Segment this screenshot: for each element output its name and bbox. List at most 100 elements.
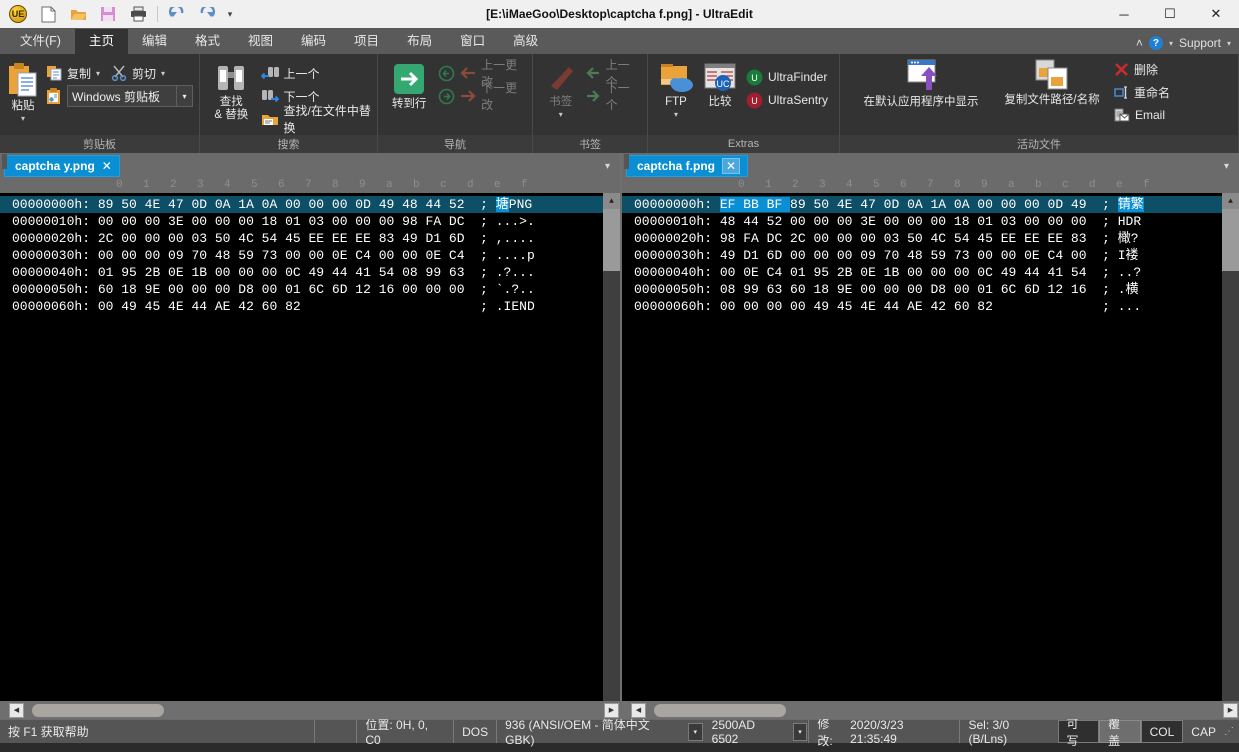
horizontal-scrollbar-left[interactable]: ◀ ▶: [0, 154, 620, 719]
hex-ascii[interactable]: .?...: [496, 265, 535, 280]
hex-ascii[interactable]: `.?..: [496, 282, 535, 297]
new-document-button[interactable]: [34, 2, 62, 26]
hex-ascii[interactable]: HDR: [1118, 214, 1141, 229]
app-logo[interactable]: UE: [4, 2, 32, 26]
hex-ascii[interactable]: .横: [1118, 282, 1139, 297]
hex-bytes[interactable]: 48 44 52 00 00 00 3E 00 00 00 18 01 03 0…: [720, 214, 1087, 229]
ribbon-tab-view[interactable]: 视图: [234, 29, 287, 54]
hex-line[interactable]: 00000060h: 00 49 45 4E 44 AE 42 60 82 ; …: [0, 298, 620, 315]
clipboard-select[interactable]: Windows 剪贴板 ▾: [67, 85, 193, 107]
hex-ascii[interactable]: 橄?: [1118, 231, 1139, 246]
compare-button[interactable]: UC 比较: [698, 60, 742, 109]
redo-button[interactable]: [193, 2, 221, 26]
help-icon[interactable]: ?: [1148, 36, 1163, 50]
back-arrow-icon[interactable]: [438, 65, 455, 82]
delete-label[interactable]: 删除: [1134, 61, 1158, 78]
hex-ascii[interactable]: I褛: [1118, 248, 1139, 263]
ribbon-tab-file[interactable]: 文件(F): [6, 29, 75, 54]
status-charinfo[interactable]: 2500AD 6502: [704, 718, 792, 746]
close-icon[interactable]: ✕: [102, 159, 112, 173]
ribbon-tab-coding[interactable]: 编码: [287, 29, 340, 54]
tab-list-caret-icon[interactable]: ▾: [1224, 161, 1235, 172]
hex-line[interactable]: 00000030h: 49 D1 6D 00 00 00 09 70 48 59…: [622, 247, 1239, 264]
hex-ascii[interactable]: ...: [1118, 299, 1141, 314]
hex-ascii[interactable]: ,....: [496, 231, 535, 246]
status-overwrite[interactable]: 覆盖: [1099, 717, 1141, 748]
status-codepage[interactable]: 936 (ANSI/OEM - 简体中文 GBK): [496, 718, 687, 747]
hex-line[interactable]: 00000000h: EF BB BF 89 50 4E 47 0D 0A 1A…: [622, 196, 1239, 213]
horizontal-scrollbar-right[interactable]: ◀ ▶: [622, 154, 1239, 719]
ribbon-tab-edit[interactable]: 编辑: [128, 29, 181, 54]
ribbon-tab-project[interactable]: 项目: [340, 29, 393, 54]
hex-line[interactable]: 00000000h: 89 50 4E 47 0D 0A 1A 0A 00 00…: [0, 196, 620, 213]
hex-ascii[interactable]: ..?: [1118, 265, 1141, 280]
hscroll-thumb[interactable]: [654, 703, 786, 717]
find-in-files-label[interactable]: 查找/在文件中替换: [284, 102, 371, 136]
copy-file-path-button[interactable]: 复制文件路径/名称: [996, 56, 1108, 107]
hex-bytes[interactable]: 00 00 00 00 49 45 4E 44 AE 42 60 82: [720, 299, 993, 314]
tab-list-caret-icon[interactable]: ▾: [605, 161, 616, 172]
hex-bytes[interactable]: 2C 00 00 00 03 50 4C 54 45 EE EE EE 83 4…: [98, 231, 465, 246]
pane-grip[interactable]: [2, 154, 7, 169]
ribbon-tab-advanced[interactable]: 高级: [499, 29, 552, 54]
scroll-left-button[interactable]: ◀: [9, 702, 24, 718]
undo-button[interactable]: [163, 2, 191, 26]
bookmark-caret-icon[interactable]: ▾: [559, 110, 563, 119]
status-line-ending[interactable]: DOS: [453, 720, 496, 743]
ultrasentry-label[interactable]: UltraSentry: [768, 93, 828, 107]
scroll-thumb[interactable]: [603, 209, 620, 271]
hscroll-track[interactable]: [24, 703, 604, 718]
maximize-button[interactable]: ☐: [1147, 0, 1193, 28]
hex-bytes[interactable]: 08 99 63 60 18 9E 00 00 00 D8 00 01 6C 6…: [720, 282, 1087, 297]
status-writable[interactable]: 可写: [1057, 717, 1100, 748]
status-charinfo-caret-icon[interactable]: ▾: [792, 722, 808, 741]
hscroll-thumb[interactable]: [32, 703, 164, 717]
hex-bytes[interactable]: 00 0E C4 01 95 2B 0E 1B 00 00 00 0C 49 4…: [720, 265, 1087, 280]
hex-line[interactable]: 00000030h: 00 00 00 09 70 48 59 73 00 00…: [0, 247, 620, 264]
hex-bytes[interactable]: 89 50 4E 47 0D 0A 1A 0A 00 00 00 0D 49 4…: [98, 197, 465, 212]
pane-grip[interactable]: [624, 154, 629, 169]
file-tab-captcha-f[interactable]: captcha f.png ✕: [626, 155, 749, 177]
ribbon-tab-home[interactable]: 主页: [74, 28, 128, 54]
scroll-right-button[interactable]: ▶: [1223, 702, 1238, 718]
scroll-up-button[interactable]: ▲: [1222, 193, 1239, 209]
hex-line[interactable]: 00000020h: 98 FA DC 2C 00 00 00 03 50 4C…: [622, 230, 1239, 247]
hex-line[interactable]: 00000040h: 01 95 2B 0E 1B 00 00 00 0C 49…: [0, 264, 620, 281]
file-tab-captcha-y[interactable]: captcha y.png ✕: [4, 155, 120, 177]
support-caret-icon[interactable]: ▾: [1227, 39, 1231, 48]
ribbon-tab-window[interactable]: 窗口: [446, 29, 499, 54]
open-file-button[interactable]: [64, 2, 92, 26]
hex-line[interactable]: 00000010h: 00 00 00 3E 00 00 00 18 01 03…: [0, 213, 620, 230]
hex-bytes[interactable]: 98 FA DC 2C 00 00 00 03 50 4C 54 45 EE E…: [720, 231, 1087, 246]
resize-grip-icon[interactable]: ⋰: [1224, 726, 1239, 737]
status-codepage-caret-icon[interactable]: ▾: [687, 722, 703, 741]
hex-bytes[interactable]: 00 49 45 4E 44 AE 42 60 82: [98, 299, 301, 314]
copy-label[interactable]: 复制: [67, 65, 91, 82]
hex-bytes[interactable]: 00 00 00 3E 00 00 00 18 01 03 00 00 00 9…: [98, 214, 465, 229]
email-label[interactable]: Email: [1135, 108, 1165, 122]
scroll-right-button[interactable]: ▶: [604, 702, 619, 718]
hex-line[interactable]: 00000040h: 00 0E C4 01 95 2B 0E 1B 00 00…: [622, 264, 1239, 281]
hex-ascii[interactable]: ....p: [496, 248, 535, 263]
minimize-button[interactable]: ─: [1101, 0, 1147, 28]
ribbon-tab-format[interactable]: 格式: [181, 29, 234, 54]
cut-label[interactable]: 剪切: [132, 65, 156, 82]
ribbon-tab-layout[interactable]: 布局: [393, 29, 446, 54]
scroll-thumb[interactable]: [1222, 209, 1239, 271]
bookmark-button[interactable]: 书签 ▾: [539, 60, 583, 119]
forward-arrow-icon[interactable]: [438, 88, 455, 105]
hex-ascii[interactable]: ...>.: [496, 214, 535, 229]
status-position[interactable]: 位置: 0H, 0, C0: [356, 718, 453, 747]
goto-line-button[interactable]: 转到行: [384, 60, 434, 111]
close-icon[interactable]: ✕: [722, 158, 741, 174]
scroll-left-button[interactable]: ◀: [631, 702, 646, 718]
hex-bytes[interactable]: 00 00 00 09 70 48 59 73 00 00 0E C4 00 0…: [98, 248, 465, 263]
ribbon-collapse-icon[interactable]: ˄: [1136, 36, 1143, 50]
show-in-default-app-button[interactable]: 在默认应用程序中显示: [846, 56, 996, 109]
status-col[interactable]: COL: [1140, 720, 1184, 743]
scroll-up-button[interactable]: ▲: [603, 193, 620, 209]
hex-bytes[interactable]: 01 95 2B 0E 1B 00 00 00 0C 49 44 41 54 0…: [98, 265, 465, 280]
copy-caret-icon[interactable]: ▾: [96, 69, 100, 78]
hex-bytes[interactable]: 60 18 9E 00 00 00 D8 00 01 6C 6D 12 16 0…: [98, 282, 465, 297]
hex-line[interactable]: 00000050h: 08 99 63 60 18 9E 00 00 00 D8…: [622, 281, 1239, 298]
